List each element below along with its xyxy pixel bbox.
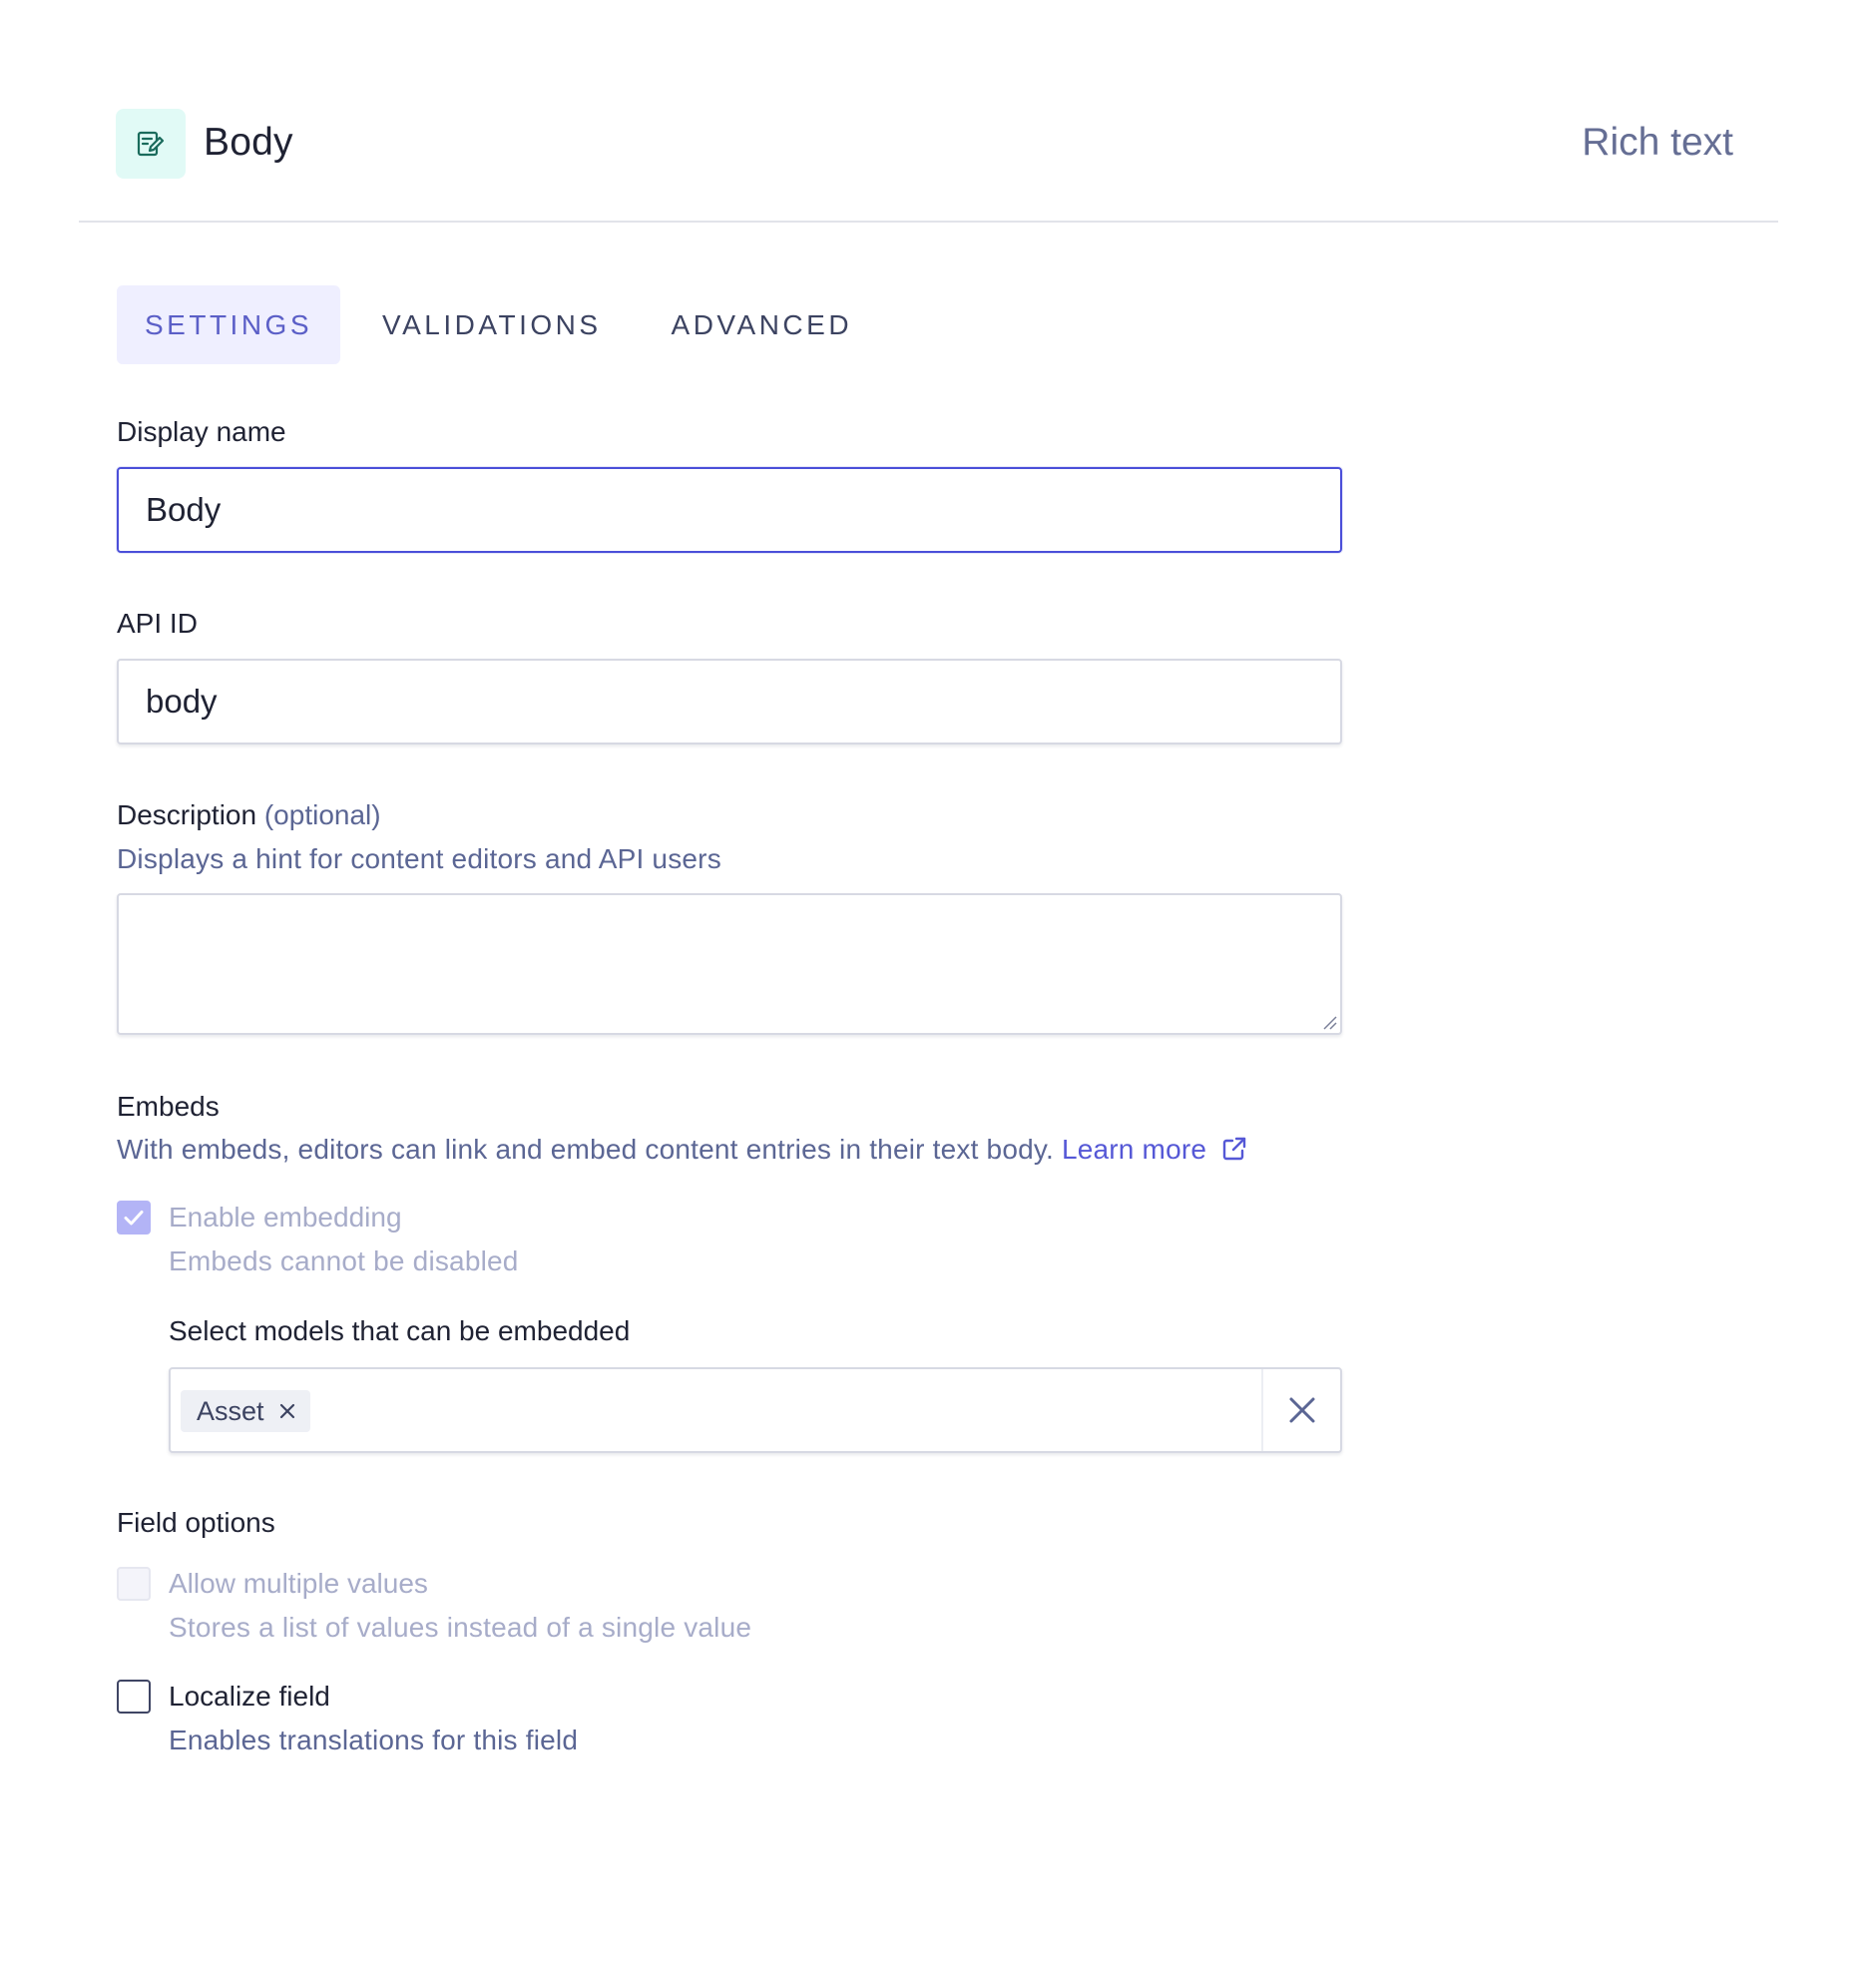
external-link-icon — [1222, 1137, 1246, 1161]
enable-embedding-checkbox — [117, 1201, 151, 1235]
field-title: Body — [204, 121, 293, 164]
select-models-label: Select models that can be embedded — [169, 1315, 631, 1346]
resize-handle-icon[interactable] — [1321, 1014, 1337, 1030]
close-icon — [1289, 1397, 1314, 1423]
learn-more-link[interactable]: Learn more — [1062, 1134, 1248, 1165]
tab-advanced[interactable]: ADVANCED — [644, 285, 881, 364]
field-header: Body Rich text — [79, 0, 1778, 223]
description-label: Description (optional) — [117, 797, 381, 833]
localize-field-checkbox[interactable] — [117, 1680, 151, 1714]
allow-multiple-checkbox — [117, 1567, 151, 1601]
learn-more-text: Learn more — [1061, 1134, 1207, 1165]
field-type-label: Rich text — [1582, 121, 1733, 164]
api-id-value: body — [146, 683, 218, 720]
settings-tabs: SETTINGS VALIDATIONS ADVANCED — [117, 285, 880, 364]
allow-multiple-sub: Stores a list of values instead of a sin… — [169, 1612, 752, 1643]
rich-text-edit-icon — [116, 109, 186, 179]
model-chip-asset: Asset — [181, 1390, 310, 1432]
display-name-input[interactable]: Body — [117, 467, 1342, 553]
tab-settings[interactable]: SETTINGS — [117, 285, 341, 364]
localize-field-label[interactable]: Localize field — [169, 1679, 330, 1715]
field-options-label: Field options — [117, 1507, 275, 1538]
display-name-label: Display name — [117, 416, 286, 447]
embeds-label: Embeds — [117, 1091, 220, 1122]
remove-chip-icon[interactable] — [278, 1402, 296, 1420]
api-id-label: API ID — [117, 608, 198, 639]
description-hint: Displays a hint for content editors and … — [117, 843, 721, 874]
description-label-text: Description — [117, 799, 257, 830]
clear-selection-button[interactable] — [1263, 1369, 1340, 1451]
embeds-hint: With embeds, editors can link and embed … — [117, 1132, 1248, 1168]
description-optional-tag: (optional) — [263, 799, 381, 830]
embeds-hint-text: With embeds, editors can link and embed … — [117, 1134, 1054, 1165]
checkmark-icon — [124, 1211, 144, 1226]
enable-embedding-sub: Embeds cannot be disabled — [169, 1245, 519, 1276]
api-id-input[interactable]: body — [117, 659, 1342, 744]
display-name-value: Body — [146, 491, 222, 528]
enable-embedding-label: Enable embedding — [169, 1202, 402, 1233]
models-multiselect[interactable]: Asset — [169, 1367, 1342, 1453]
allow-multiple-label: Allow multiple values — [169, 1568, 428, 1599]
tab-validations[interactable]: VALIDATIONS — [354, 285, 630, 364]
localize-field-sub: Enables translations for this field — [169, 1725, 579, 1755]
model-chip-label: Asset — [197, 1395, 264, 1426]
description-textarea[interactable] — [117, 893, 1342, 1035]
